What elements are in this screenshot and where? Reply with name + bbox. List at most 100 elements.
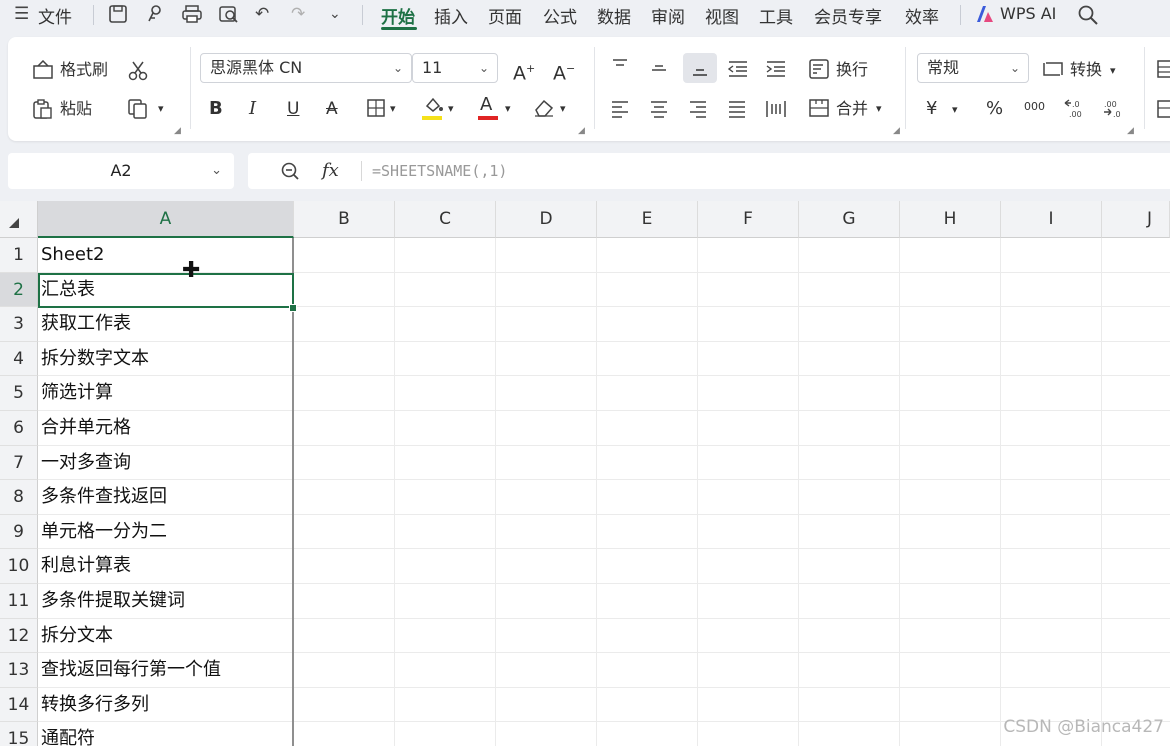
fill-color-chevron-down-icon[interactable]: ▾ xyxy=(448,99,454,119)
menu-file[interactable]: 文件 xyxy=(38,3,72,28)
cell-a12[interactable]: 拆分文本 xyxy=(41,619,113,653)
currency-chevron-down-icon[interactable]: ▾ xyxy=(952,100,958,120)
row-header-4[interactable]: 4 xyxy=(0,341,38,377)
row-header-5[interactable]: 5 xyxy=(0,376,38,411)
italic-icon[interactable]: I xyxy=(249,99,256,119)
font-color-chevron-down-icon[interactable]: ▾ xyxy=(505,99,511,119)
strikethrough-icon[interactable]: A xyxy=(326,99,338,119)
align-bottom-button[interactable] xyxy=(683,53,717,83)
tab-data[interactable]: 数据 xyxy=(597,3,631,28)
font-name-select[interactable]: 思源黑体 CN ⌄ xyxy=(200,53,412,83)
cell-style-icon[interactable] xyxy=(1156,99,1170,124)
column-header-h[interactable]: H xyxy=(900,201,1001,238)
increase-font-icon[interactable]: A+ xyxy=(513,59,535,83)
align-right-icon[interactable] xyxy=(688,99,708,124)
row-header-2[interactable]: 2 xyxy=(0,272,38,308)
underline-icon[interactable]: U xyxy=(287,99,299,119)
cell-a10[interactable]: 利息计算表 xyxy=(41,549,131,583)
copy-chevron-down-icon[interactable]: ▾ xyxy=(158,99,164,119)
borders-icon[interactable] xyxy=(366,98,386,123)
zoom-formula-icon[interactable] xyxy=(280,161,300,186)
bold-icon[interactable]: B xyxy=(209,99,223,119)
save-icon[interactable] xyxy=(108,4,128,29)
cell-a4[interactable]: 拆分数字文本 xyxy=(41,342,149,376)
hamburger-menu-icon[interactable]: ☰ xyxy=(14,4,29,24)
merge-cells-button[interactable]: 合并 xyxy=(836,99,868,119)
tab-tools[interactable]: 工具 xyxy=(759,3,793,28)
percent-icon[interactable]: % xyxy=(986,99,1003,119)
increase-indent-icon[interactable] xyxy=(765,59,787,84)
distributed-align-icon[interactable] xyxy=(765,99,787,124)
tab-member[interactable]: 会员专享 xyxy=(814,3,882,28)
quick-access-chevron-down-icon[interactable]: ⌄ xyxy=(329,4,341,24)
row-header-12[interactable]: 12 xyxy=(0,618,38,654)
row-header-7[interactable]: 7 xyxy=(0,445,38,481)
font-color-icon[interactable]: A xyxy=(480,95,492,115)
column-header-a[interactable]: A xyxy=(38,201,294,238)
column-header-b[interactable]: B xyxy=(294,201,395,238)
row-header-6[interactable]: 6 xyxy=(0,411,38,446)
alignment-expand-icon[interactable]: ◢ xyxy=(893,126,900,136)
search-icon[interactable] xyxy=(1077,4,1099,31)
column-header-i[interactable]: I xyxy=(1001,201,1102,238)
spreadsheet-grid[interactable]: A B C D E F G H I J 1 Sheet2 2 汇总表 3 获取工作表 4 拆分… xyxy=(0,201,1170,746)
table-style-icon[interactable] xyxy=(1156,59,1170,84)
decrease-decimal-icon[interactable]: .00.0 xyxy=(1102,97,1124,124)
eraser-icon[interactable] xyxy=(533,98,555,123)
convert-button[interactable]: 转换 xyxy=(1070,60,1102,80)
name-box[interactable]: A2 ⌄ xyxy=(8,153,234,189)
tab-review[interactable]: 审阅 xyxy=(651,3,685,28)
wps-ai-logo-icon[interactable] xyxy=(974,4,996,29)
number-expand-icon[interactable]: ◢ xyxy=(1127,126,1134,136)
cell-a15[interactable]: 通配符 xyxy=(41,722,95,746)
thousands-separator-icon[interactable]: 000 xyxy=(1024,97,1045,117)
redo-icon[interactable]: ↷ xyxy=(291,4,305,24)
cell-a1[interactable]: Sheet2 xyxy=(41,238,105,272)
font-size-select[interactable]: 11 ⌄ xyxy=(412,53,498,83)
cell-a7[interactable]: 一对多查询 xyxy=(41,446,131,480)
print-icon[interactable] xyxy=(181,4,203,29)
formula-input[interactable]: =SHEETSNAME(,1) xyxy=(372,162,507,180)
tab-efficiency[interactable]: 效率 xyxy=(905,3,939,28)
merge-chevron-down-icon[interactable]: ▾ xyxy=(876,99,882,119)
row-header-9[interactable]: 9 xyxy=(0,514,38,550)
convert-chevron-down-icon[interactable]: ▾ xyxy=(1110,61,1116,81)
increase-decimal-icon[interactable]: .0.00 xyxy=(1063,97,1085,124)
print-preview-icon[interactable] xyxy=(218,4,240,29)
align-left-icon[interactable] xyxy=(610,99,630,124)
row-header-10[interactable]: 10 xyxy=(0,549,38,584)
column-header-c[interactable]: C xyxy=(395,201,496,238)
cell-a6[interactable]: 合并单元格 xyxy=(41,411,131,445)
column-header-f[interactable]: F xyxy=(698,201,799,238)
clipboard-expand-icon[interactable]: ◢ xyxy=(174,126,181,136)
number-format-select[interactable]: 常规 ⌄ xyxy=(917,53,1029,83)
undo-icon[interactable]: ↶ xyxy=(255,4,269,24)
cell-a13[interactable]: 查找返回每行第一个值 xyxy=(41,653,221,687)
paste-button[interactable]: 粘贴 xyxy=(60,99,92,119)
decrease-indent-icon[interactable] xyxy=(727,59,749,84)
column-header-d[interactable]: D xyxy=(496,201,597,238)
share-icon[interactable] xyxy=(145,4,165,29)
column-header-j[interactable]: J xyxy=(1102,201,1170,238)
column-header-g[interactable]: G xyxy=(799,201,900,238)
cell-a9[interactable]: 单元格一分为二 xyxy=(41,515,167,549)
column-header-e[interactable]: E xyxy=(597,201,698,238)
insert-function-icon[interactable]: fx xyxy=(322,160,339,181)
row-header-1[interactable]: 1 xyxy=(0,238,38,273)
select-all-corner[interactable] xyxy=(0,201,38,238)
decrease-font-icon[interactable]: A− xyxy=(553,59,575,83)
tab-page[interactable]: 页面 xyxy=(488,3,522,28)
borders-chevron-down-icon[interactable]: ▾ xyxy=(390,99,396,119)
row-header-15[interactable]: 15 xyxy=(0,722,38,746)
row-header-3[interactable]: 3 xyxy=(0,307,38,342)
row-header-11[interactable]: 11 xyxy=(0,584,38,619)
cell-a8[interactable]: 多条件查找返回 xyxy=(41,480,167,514)
align-center-icon[interactable] xyxy=(649,99,669,124)
copy-icon[interactable] xyxy=(127,98,149,125)
fill-handle[interactable] xyxy=(289,304,297,312)
row-header-13[interactable]: 13 xyxy=(0,653,38,688)
cell-a14[interactable]: 转换多行多列 xyxy=(41,688,149,722)
align-top-icon[interactable] xyxy=(610,57,630,82)
tab-insert[interactable]: 插入 xyxy=(434,3,468,28)
row-header-14[interactable]: 14 xyxy=(0,687,38,723)
